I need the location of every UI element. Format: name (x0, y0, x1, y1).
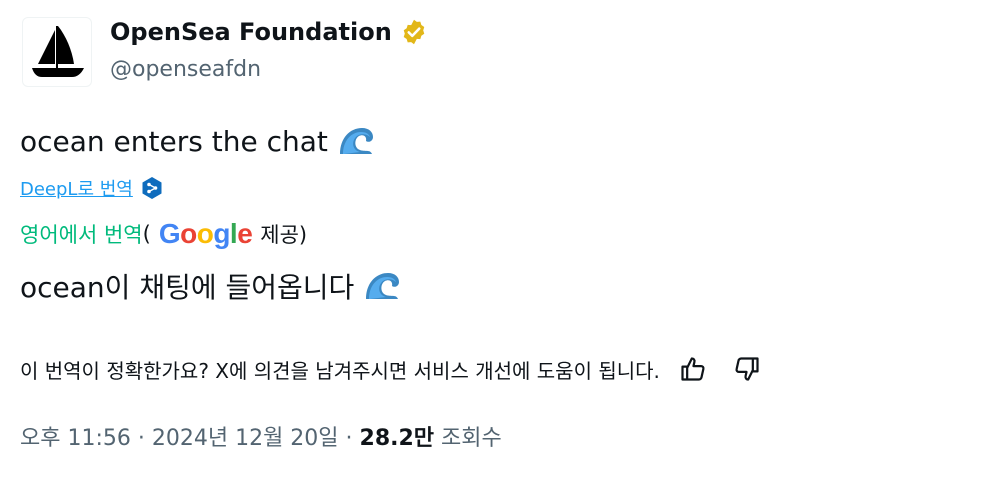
google-logo: Google (158, 218, 253, 250)
thumbs-up-icon (681, 357, 705, 381)
translated-text: ocean이 채팅에 들어옵니다 (20, 266, 402, 306)
google-translate-row: 영어에서 번역 ( Google 제공) (20, 218, 307, 250)
translation-feedback: 이 번역이 정확한가요? X에 의견을 남겨주시면 서비스 개선에 도움이 됩니… (20, 352, 764, 386)
google-translate-prefix[interactable]: 영어에서 번역 (20, 219, 143, 249)
deepl-logo-icon (142, 177, 162, 199)
display-name-text[interactable]: OpenSea Foundation (110, 18, 392, 46)
thumbs-up-button[interactable] (676, 352, 710, 386)
deepl-translate-link[interactable]: DeepL로 번역 (20, 175, 133, 201)
google-logo-letter: e (237, 218, 253, 249)
tweet-time[interactable]: 오후 11:56 (20, 426, 131, 451)
google-logo-letter: G (158, 218, 181, 249)
tweet-text-content: ocean enters the chat (20, 124, 328, 158)
meta-separator: · (338, 426, 360, 451)
ship-logo-icon (32, 26, 84, 77)
tweet-date[interactable]: 2024년 12월 20일 (152, 426, 339, 451)
avatar[interactable] (22, 17, 92, 87)
deepl-translate-row: DeepL로 번역 (20, 175, 163, 201)
water-wave-icon (339, 128, 373, 154)
google-logo-letter: o (180, 218, 197, 249)
views-label: 조회수 (434, 426, 502, 451)
verified-badge-icon (403, 19, 425, 45)
google-logo-letter: o (196, 218, 214, 249)
tweet-detail: OpenSea Foundation @openseafdn ocean ent… (0, 0, 995, 477)
tweet-meta: 오후 11:56 · 2024년 12월 20일 · 28.2만 조회수 (20, 420, 502, 452)
account-handle[interactable]: @openseafdn (110, 57, 261, 82)
feedback-question: 이 번역이 정확한가요? X에 의견을 남겨주시면 서비스 개선에 도움이 됩니… (20, 358, 660, 383)
meta-separator: · (130, 426, 152, 451)
paren-open: ( (142, 222, 151, 246)
google-translate-suffix: 제공) (260, 223, 308, 247)
tweet-text: ocean enters the chat (20, 124, 376, 158)
thumbs-down-icon (735, 357, 759, 381)
google-logo-letter: g (213, 218, 230, 249)
views-count: 28.2만 (359, 426, 435, 451)
thumbs-down-button[interactable] (730, 352, 764, 386)
display-name[interactable]: OpenSea Foundation (110, 18, 428, 46)
water-wave-icon (366, 273, 400, 299)
translated-text-content: ocean이 채팅에 들어옵니다 (20, 271, 355, 304)
